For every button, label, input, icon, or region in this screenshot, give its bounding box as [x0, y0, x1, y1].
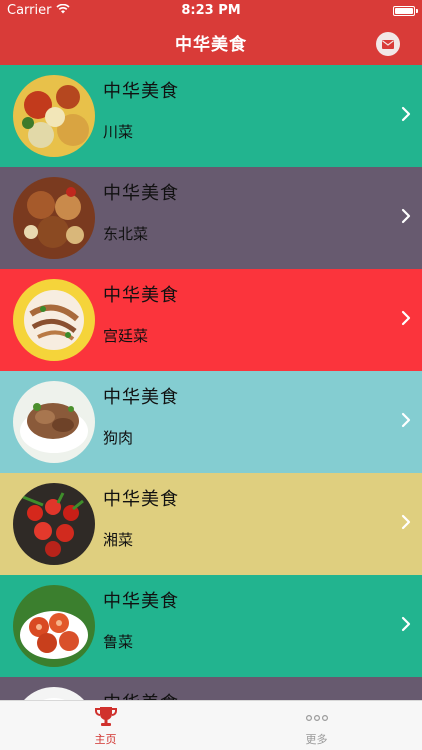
list-item[interactable]: 中华美食 狗肉 — [0, 371, 422, 473]
item-title: 中华美食 — [103, 489, 179, 510]
tab-more[interactable]: 更多 — [211, 701, 422, 750]
item-subtitle: 川菜 — [103, 123, 134, 141]
dish-thumbnail — [13, 177, 95, 259]
item-subtitle: 鲁菜 — [103, 633, 134, 651]
dish-thumbnail — [13, 483, 95, 565]
dish-thumbnail — [13, 687, 95, 700]
tab-bar: 主页 更多 — [0, 700, 422, 750]
list-item[interactable]: 中华美食 湘菜 — [0, 473, 422, 575]
chevron-right-icon — [401, 412, 411, 428]
item-subtitle: 湘菜 — [103, 531, 134, 549]
more-dots-icon — [305, 715, 328, 722]
tab-home-label: 主页 — [94, 733, 117, 746]
chevron-right-icon — [401, 208, 411, 224]
list-item[interactable]: 中华美食 川菜 — [0, 65, 422, 167]
tab-home[interactable]: 主页 — [0, 701, 211, 750]
app-screen: Carrier 8:23 PM 中华美食 中华美食 川菜 中华美食 东北菜 中华… — [0, 0, 422, 750]
page-title: 中华美食 — [175, 35, 247, 55]
item-title: 中华美食 — [103, 591, 179, 612]
chevron-right-icon — [401, 310, 411, 326]
item-subtitle: 宫廷菜 — [103, 327, 149, 345]
top-bar: Carrier 8:23 PM 中华美食 — [0, 0, 422, 65]
list-item[interactable]: 中华美食 鲁菜 — [0, 575, 422, 677]
tab-more-label: 更多 — [305, 733, 328, 746]
mail-icon — [382, 39, 394, 49]
battery-icon — [393, 6, 418, 16]
item-title: 中华美食 — [103, 285, 179, 306]
item-subtitle: 东北菜 — [103, 225, 149, 243]
item-title: 中华美食 — [103, 183, 179, 204]
dish-thumbnail — [13, 279, 95, 361]
list-item[interactable]: 中华美食 宫廷菜 — [0, 269, 422, 371]
item-title: 中华美食 — [103, 689, 179, 700]
cuisine-list: 中华美食 川菜 中华美食 东北菜 中华美食 宫廷菜 中华美食 狗肉 中华美食 湘… — [0, 65, 422, 700]
list-item[interactable]: 中华美食 — [0, 677, 422, 700]
item-title: 中华美食 — [103, 387, 179, 408]
item-title: 中华美食 — [103, 81, 179, 102]
chevron-right-icon — [401, 106, 411, 122]
chevron-right-icon — [401, 514, 411, 530]
status-bar: Carrier 8:23 PM — [0, 0, 422, 22]
list-item[interactable]: 中华美食 东北菜 — [0, 167, 422, 269]
dish-thumbnail — [13, 381, 95, 463]
clock-time: 8:23 PM — [181, 3, 241, 18]
chevron-right-icon — [401, 616, 411, 632]
item-subtitle: 狗肉 — [103, 429, 134, 447]
dish-thumbnail — [13, 585, 95, 667]
trophy-icon — [94, 707, 117, 726]
dish-thumbnail — [13, 75, 95, 157]
mail-button[interactable] — [376, 32, 400, 56]
